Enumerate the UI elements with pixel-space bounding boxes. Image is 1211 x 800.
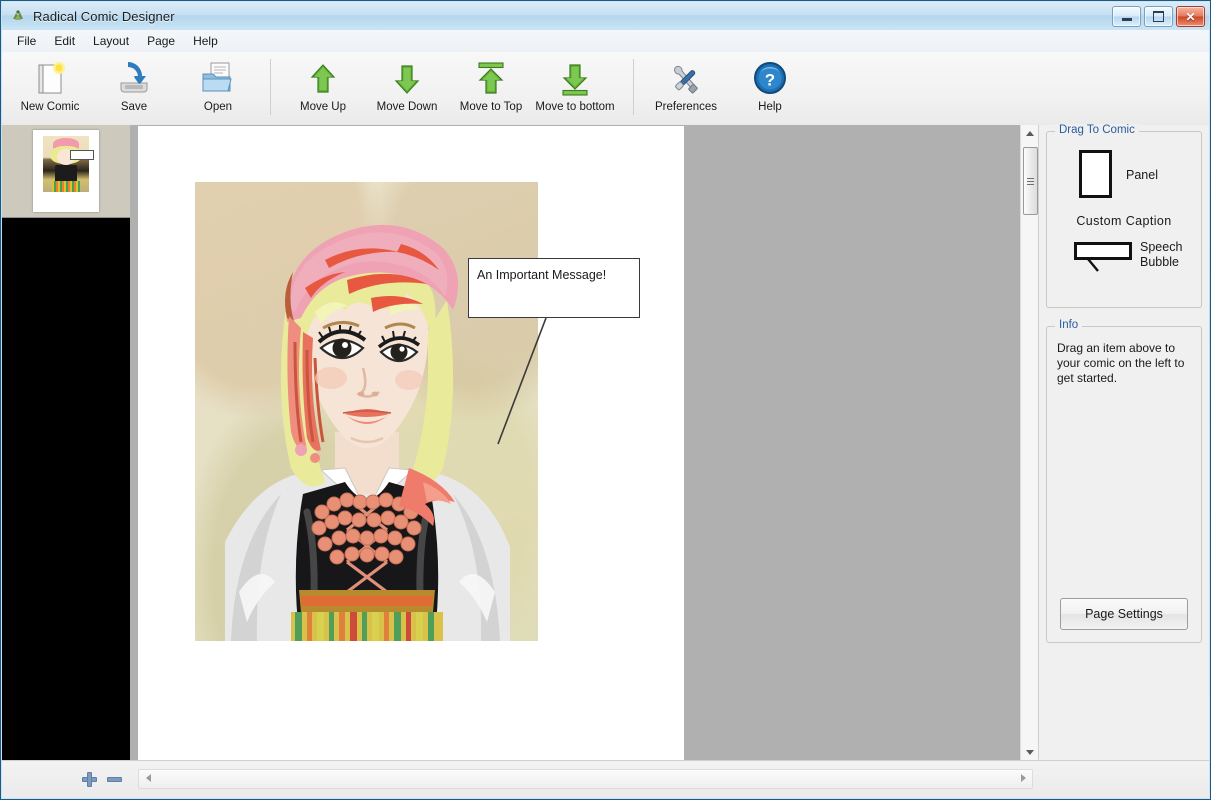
thumbnail-artwork <box>43 136 89 192</box>
girl-illustration <box>225 224 510 641</box>
speech-bubble-icon <box>1074 242 1134 272</box>
minimize-icon <box>1121 18 1132 21</box>
canvas-vertical-scrollbar[interactable] <box>1020 125 1038 761</box>
drag-to-comic-group: Drag To Comic Panel Custom Caption Speec… <box>1046 124 1202 308</box>
arrow-to-bottom-icon <box>555 58 595 100</box>
panel-label: Panel <box>1126 168 1158 182</box>
preferences-button[interactable]: Preferences <box>644 57 728 125</box>
open-button[interactable]: Open <box>176 57 260 125</box>
menu-item-help[interactable]: Help <box>184 31 227 51</box>
help-button[interactable]: ? Help <box>728 57 812 125</box>
move-up-label: Move Up <box>299 101 347 113</box>
title-bar: Radical Comic Designer ✕ <box>2 2 1209 30</box>
maximize-icon <box>1153 11 1164 22</box>
page-settings-label: Page Settings <box>1085 607 1163 621</box>
canvas-horizontal-scrollbar[interactable] <box>138 769 1033 789</box>
maximize-button[interactable] <box>1144 6 1173 27</box>
remove-page-button[interactable] <box>105 771 123 787</box>
arrow-up-icon <box>303 58 343 100</box>
speech-bubble-label-line1: Speech <box>1140 240 1183 254</box>
save-disk-icon <box>114 58 154 100</box>
chevron-down-icon <box>1025 750 1034 755</box>
save-button[interactable]: Save <box>92 57 176 125</box>
preferences-label: Preferences <box>654 101 717 113</box>
thumb-skirt <box>52 180 80 192</box>
open-label: Open <box>203 101 233 113</box>
move-up-button[interactable]: Move Up <box>281 57 365 125</box>
open-folder-icon <box>198 58 238 100</box>
chevron-right-icon <box>1020 774 1026 782</box>
menu-item-edit[interactable]: Edit <box>45 31 84 51</box>
menu-item-layout[interactable]: Layout <box>84 31 138 51</box>
right-panel: Drag To Comic Panel Custom Caption Speec… <box>1038 124 1209 761</box>
scroll-right-button[interactable] <box>1015 770 1031 786</box>
close-icon: ✕ <box>1185 9 1196 24</box>
toolbar-separator-1 <box>270 59 271 115</box>
canvas-area: An Important Message! <box>130 125 1038 761</box>
move-to-top-label: Move to Top <box>459 101 523 113</box>
canvas-background <box>684 126 1021 761</box>
minus-icon <box>106 776 122 782</box>
menu-item-file[interactable]: File <box>8 31 45 51</box>
menu-item-page[interactable]: Page <box>138 31 184 51</box>
application-window: Radical Comic Designer ✕ File Edit Layou… <box>0 0 1211 800</box>
canvas-viewport[interactable]: An Important Message! <box>130 125 1021 761</box>
custom-caption-drag-item[interactable]: Custom Caption <box>1057 214 1191 228</box>
new-comic-button[interactable]: New Comic <box>8 57 92 125</box>
page-thumbnail-preview <box>33 130 99 212</box>
comic-page[interactable]: An Important Message! <box>138 126 684 761</box>
speech-bubble-drag-label: Speech Bubble <box>1140 240 1182 270</box>
tools-icon <box>666 58 706 100</box>
question-mark-icon: ? <box>750 58 790 100</box>
save-label: Save <box>120 101 148 113</box>
page-thumbnail-1[interactable] <box>2 125 130 218</box>
comic-artwork[interactable] <box>195 182 538 641</box>
info-title: Info <box>1055 319 1083 331</box>
new-comic-label: New Comic <box>20 101 80 113</box>
move-to-bottom-label: Move to bottom <box>535 101 615 113</box>
speech-bubble-label-line2: Bubble <box>1140 255 1179 269</box>
toolbar: New Comic Save Open Move Up Move Down Mo… <box>2 52 1209 131</box>
move-to-top-button[interactable]: Move to Top <box>449 57 533 125</box>
minimize-button[interactable] <box>1112 6 1141 27</box>
scroll-up-button[interactable] <box>1021 125 1038 142</box>
scroll-down-button[interactable] <box>1021 744 1038 761</box>
thumbnail-speech-bubble <box>70 150 94 160</box>
panel-drag-item[interactable]: Panel <box>1057 144 1191 198</box>
scrollbar-grip-icon <box>1027 177 1034 185</box>
drag-to-comic-title: Drag To Comic <box>1055 124 1139 136</box>
toolbar-separator-2 <box>633 59 634 115</box>
status-bar <box>2 760 1209 798</box>
arrow-to-top-icon <box>471 58 511 100</box>
move-to-bottom-button[interactable]: Move to bottom <box>533 57 617 125</box>
speech-bubble-drag-item[interactable]: Speech Bubble <box>1057 240 1191 272</box>
window-title: Radical Comic Designer <box>33 8 175 24</box>
pages-panel[interactable] <box>2 125 131 761</box>
menu-bar: File Edit Layout Page Help <box>2 30 1209 53</box>
svg-text:?: ? <box>765 71 775 90</box>
chevron-up-icon <box>1025 131 1034 136</box>
close-button[interactable]: ✕ <box>1176 6 1205 27</box>
chevron-left-icon <box>145 774 151 782</box>
info-text: Drag an item above to your comic on the … <box>1057 341 1185 385</box>
arrow-down-icon <box>387 58 427 100</box>
help-toolbar-label: Help <box>758 101 782 113</box>
page-settings-button[interactable]: Page Settings <box>1060 598 1188 630</box>
app-icon <box>10 8 26 24</box>
new-document-icon <box>30 58 70 100</box>
panel-icon <box>1079 150 1112 198</box>
move-down-label: Move Down <box>376 101 438 113</box>
vertical-scrollbar-thumb[interactable] <box>1023 147 1038 215</box>
move-down-button[interactable]: Move Down <box>365 57 449 125</box>
add-page-button[interactable] <box>80 771 98 787</box>
speech-bubble[interactable]: An Important Message! <box>468 258 640 318</box>
speech-bubble-text: An Important Message! <box>477 268 607 282</box>
window-controls: ✕ <box>1112 6 1205 27</box>
info-group: Info Drag an item above to your comic on… <box>1046 319 1202 643</box>
thumb-vest <box>54 165 78 182</box>
scroll-left-button[interactable] <box>140 770 156 786</box>
